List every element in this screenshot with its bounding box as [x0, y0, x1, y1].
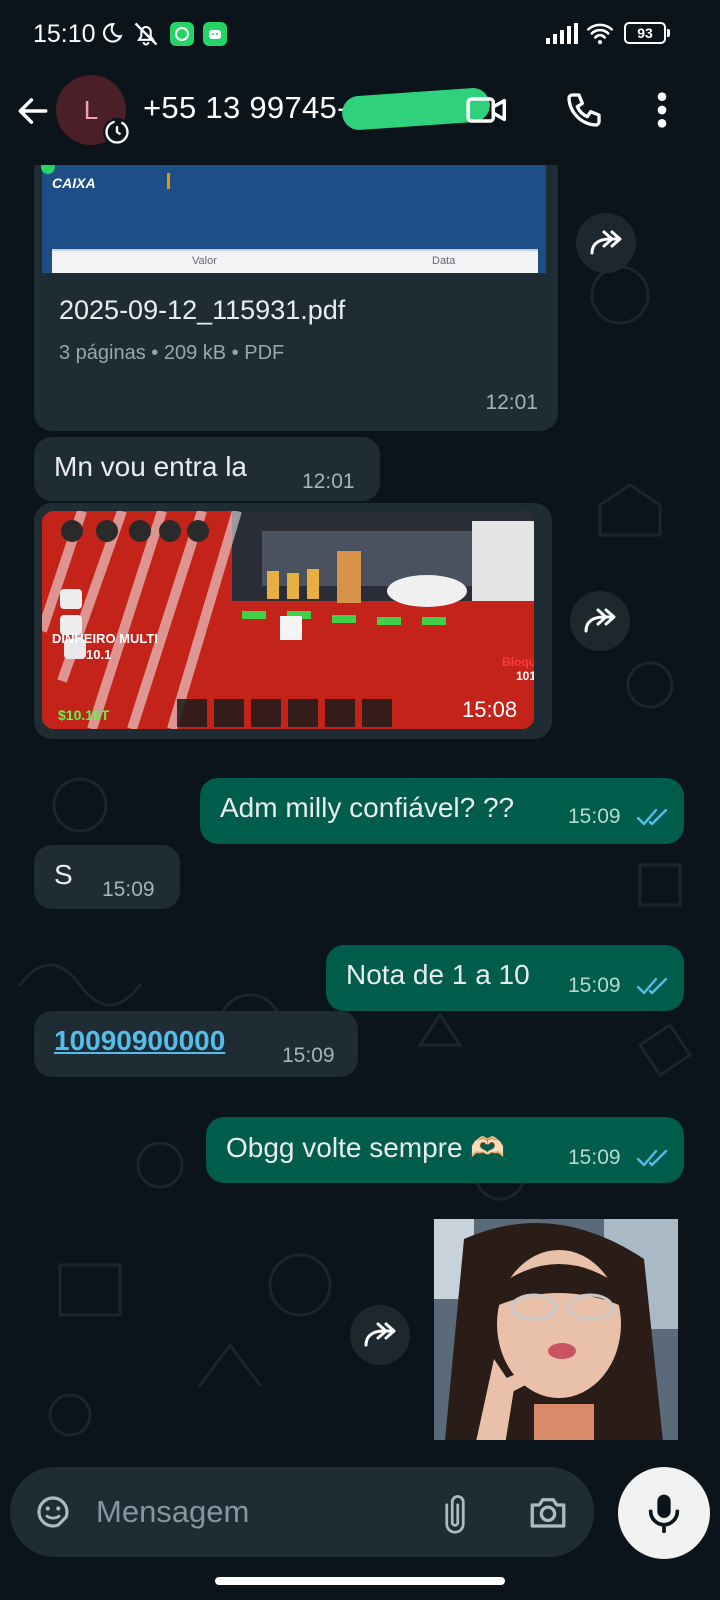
read-ticks-icon — [636, 1149, 668, 1167]
table-column: Data — [432, 255, 456, 267]
bank-logo: CAIXA — [52, 175, 96, 191]
message-input-bar[interactable]: Mensagem — [10, 1467, 594, 1557]
game-label: 10.1 — [86, 647, 112, 662]
message-list[interactable]: CAIXA Valor Data 2025-09-12_115931.pdf 3… — [0, 165, 720, 1440]
message-time: 15:09 — [568, 974, 621, 997]
pdf-table-header: Valor Data — [52, 249, 538, 273]
game-screenshot[interactable]: DINHEIRO MULTI 10.1 $10.19T Bloque 101 1… — [42, 511, 534, 729]
timer-icon — [103, 118, 131, 146]
message-time: 15:09 — [568, 1146, 621, 1169]
wifi-icon — [587, 23, 613, 45]
message-time: 15:08 — [462, 697, 518, 722]
image-message[interactable]: DINHEIRO MULTI 10.1 $10.19T Bloque 101 1… — [34, 503, 552, 739]
chat-header: L +55 13 99745- — [0, 70, 720, 165]
home-indicator — [215, 1577, 505, 1585]
forward-button[interactable] — [576, 213, 636, 273]
more-icon[interactable] — [652, 90, 672, 130]
whatsapp-icon — [170, 22, 194, 46]
message-input[interactable]: Mensagem — [96, 1494, 249, 1530]
pdf-preview[interactable]: CAIXA Valor Data — [42, 165, 546, 273]
game-label: $10.19T — [58, 707, 110, 723]
table-column: Valor — [192, 255, 217, 267]
attach-icon[interactable] — [438, 1491, 472, 1535]
incoming-message[interactable]: Mn vou entra la 12:01 — [34, 437, 380, 501]
message-time: 15:09 — [102, 878, 155, 901]
logo-accent — [167, 173, 170, 189]
sticker-icon[interactable] — [32, 1491, 74, 1533]
forward-icon — [364, 1322, 396, 1347]
game-scene — [42, 511, 534, 729]
message-text: Adm milly confiável? ?? — [220, 792, 515, 823]
forward-button[interactable] — [350, 1305, 410, 1365]
game-label: Bloque — [502, 655, 534, 669]
message-text: Mn vou entra la — [54, 451, 247, 482]
file-meta: 3 páginas • 209 kB • PDF — [59, 342, 285, 364]
forward-icon — [590, 230, 622, 255]
document-message[interactable]: CAIXA Valor Data 2025-09-12_115931.pdf 3… — [34, 165, 558, 431]
incoming-message[interactable]: 10090900000 15:09 — [34, 1011, 358, 1077]
outgoing-message[interactable]: Adm milly confiável? ?? 15:09 — [200, 778, 684, 844]
incoming-message[interactable]: S 15:09 — [34, 845, 180, 909]
photo-scene — [434, 1219, 678, 1440]
message-time: 15:09 — [282, 1044, 335, 1067]
mic-icon — [648, 1494, 680, 1534]
avatar-initial: L — [83, 94, 99, 125]
android-icon — [203, 22, 227, 46]
image-message[interactable] — [434, 1219, 678, 1440]
game-label: 101 — [516, 669, 534, 683]
forward-button[interactable] — [570, 591, 630, 651]
game-label: DINHEIRO MULTI — [52, 631, 158, 646]
video-call-icon[interactable] — [465, 90, 509, 130]
moon-icon — [102, 23, 123, 43]
phone-link[interactable]: 10090900000 — [54, 1025, 225, 1057]
camera-icon[interactable] — [526, 1491, 570, 1533]
signal-icon — [546, 23, 578, 44]
message-text: Nota de 1 a 10 — [346, 959, 530, 990]
forward-icon — [584, 608, 616, 633]
contact-name[interactable]: +55 13 99745- — [143, 90, 348, 126]
selfie-photo[interactable] — [434, 1219, 678, 1440]
redaction-scribble — [360, 110, 418, 126]
back-arrow-icon[interactable] — [14, 92, 52, 130]
status-bar: 15:10 93 — [0, 0, 720, 70]
outgoing-message[interactable]: Obgg volte sempre 🫶🏻 15:09 — [206, 1117, 684, 1183]
battery-icon: 93 — [624, 22, 670, 44]
message-time: 12:01 — [485, 391, 538, 414]
read-ticks-icon — [636, 977, 668, 995]
message-time: 15:09 — [568, 805, 621, 828]
mic-button[interactable] — [618, 1467, 710, 1559]
message-text: Obgg volte sempre 🫶🏻 — [226, 1132, 506, 1163]
outgoing-message[interactable]: Nota de 1 a 10 15:09 — [326, 945, 684, 1011]
phone-icon[interactable] — [564, 90, 604, 130]
message-time: 12:01 — [302, 470, 355, 493]
message-text: S — [54, 859, 73, 890]
mute-icon — [134, 22, 158, 46]
status-time: 15:10 — [33, 20, 96, 48]
file-name: 2025-09-12_115931.pdf — [59, 295, 346, 325]
read-ticks-icon — [636, 808, 668, 826]
